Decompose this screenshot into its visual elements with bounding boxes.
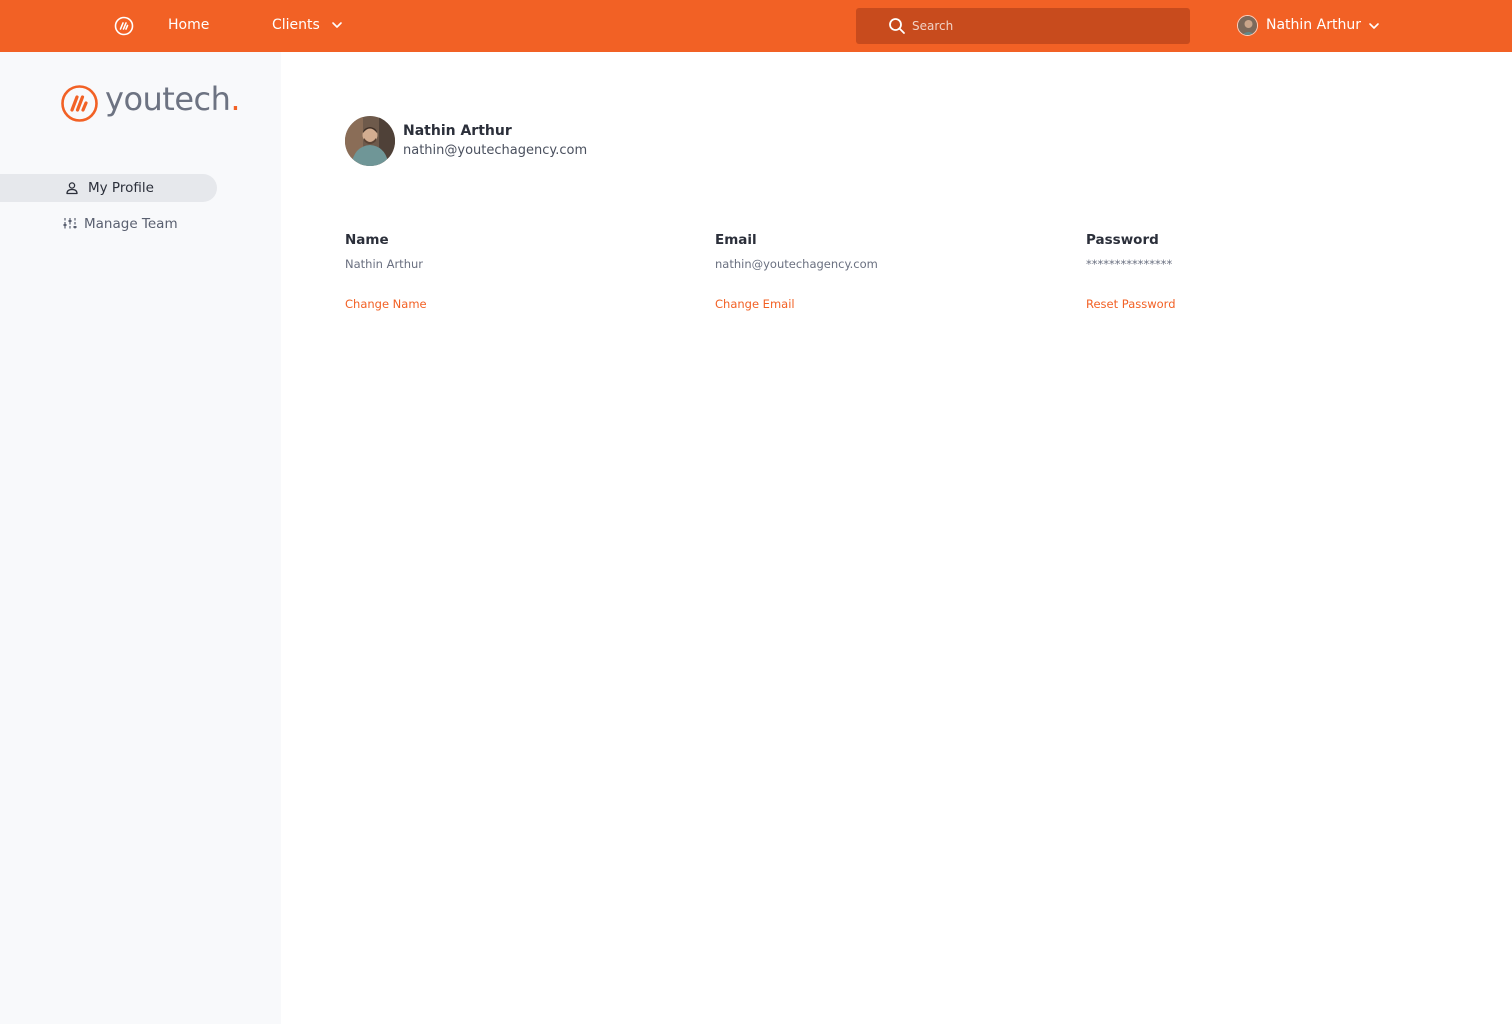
name-field: Name Nathin Arthur Change Name (345, 232, 675, 322)
profile-name: Nathin Arthur (403, 123, 512, 139)
sliders-icon (63, 218, 77, 230)
top-navigation-bar: Home Clients Nathin Arthur (0, 0, 1512, 52)
user-icon (66, 182, 78, 195)
brand-dot: . (230, 80, 241, 118)
field-label: Name (345, 232, 389, 248)
field-value: *************** (1086, 257, 1173, 271)
chevron-down-icon (1369, 23, 1379, 29)
change-email-link[interactable]: Change Email (715, 297, 795, 311)
nav-home-link[interactable]: Home (168, 17, 209, 33)
field-value: Nathin Arthur (345, 257, 423, 271)
search-input[interactable] (912, 8, 1182, 44)
field-label: Email (715, 232, 757, 248)
chevron-down-icon[interactable] (330, 18, 344, 32)
avatar (1237, 15, 1258, 36)
brand-name: youtech (105, 80, 231, 118)
youtech-mark-icon[interactable] (114, 16, 134, 36)
user-menu[interactable]: Nathin Arthur (1237, 14, 1387, 38)
reset-password-link[interactable]: Reset Password (1086, 297, 1176, 311)
field-value: nathin@youtechagency.com (715, 257, 878, 271)
brand-wordmark: youtech. (105, 80, 241, 118)
email-field: Email nathin@youtechagency.com Change Em… (715, 232, 1045, 322)
sidebar-item-label: Manage Team (84, 216, 178, 232)
profile-header: Nathin Arthur nathin@youtechagency.com (345, 116, 745, 168)
user-name: Nathin Arthur (1266, 17, 1361, 33)
sidebar-item-my-profile[interactable]: My Profile (0, 174, 217, 202)
sidebar-item-manage-team[interactable]: Manage Team (0, 210, 217, 238)
field-label: Password (1086, 232, 1159, 248)
sidebar: youtech. My Profile Manage Team (0, 52, 281, 1024)
password-field: Password *************** Reset Password (1086, 232, 1416, 322)
nav-clients-link[interactable]: Clients (272, 17, 320, 33)
search-icon (889, 18, 905, 34)
brand-logo[interactable]: youtech. (60, 80, 241, 124)
sidebar-item-label: My Profile (88, 180, 154, 196)
search-box[interactable] (856, 8, 1190, 44)
profile-email: nathin@youtechagency.com (403, 143, 588, 158)
change-name-link[interactable]: Change Name (345, 297, 427, 311)
avatar (345, 116, 395, 166)
youtech-logo-icon (61, 85, 98, 122)
